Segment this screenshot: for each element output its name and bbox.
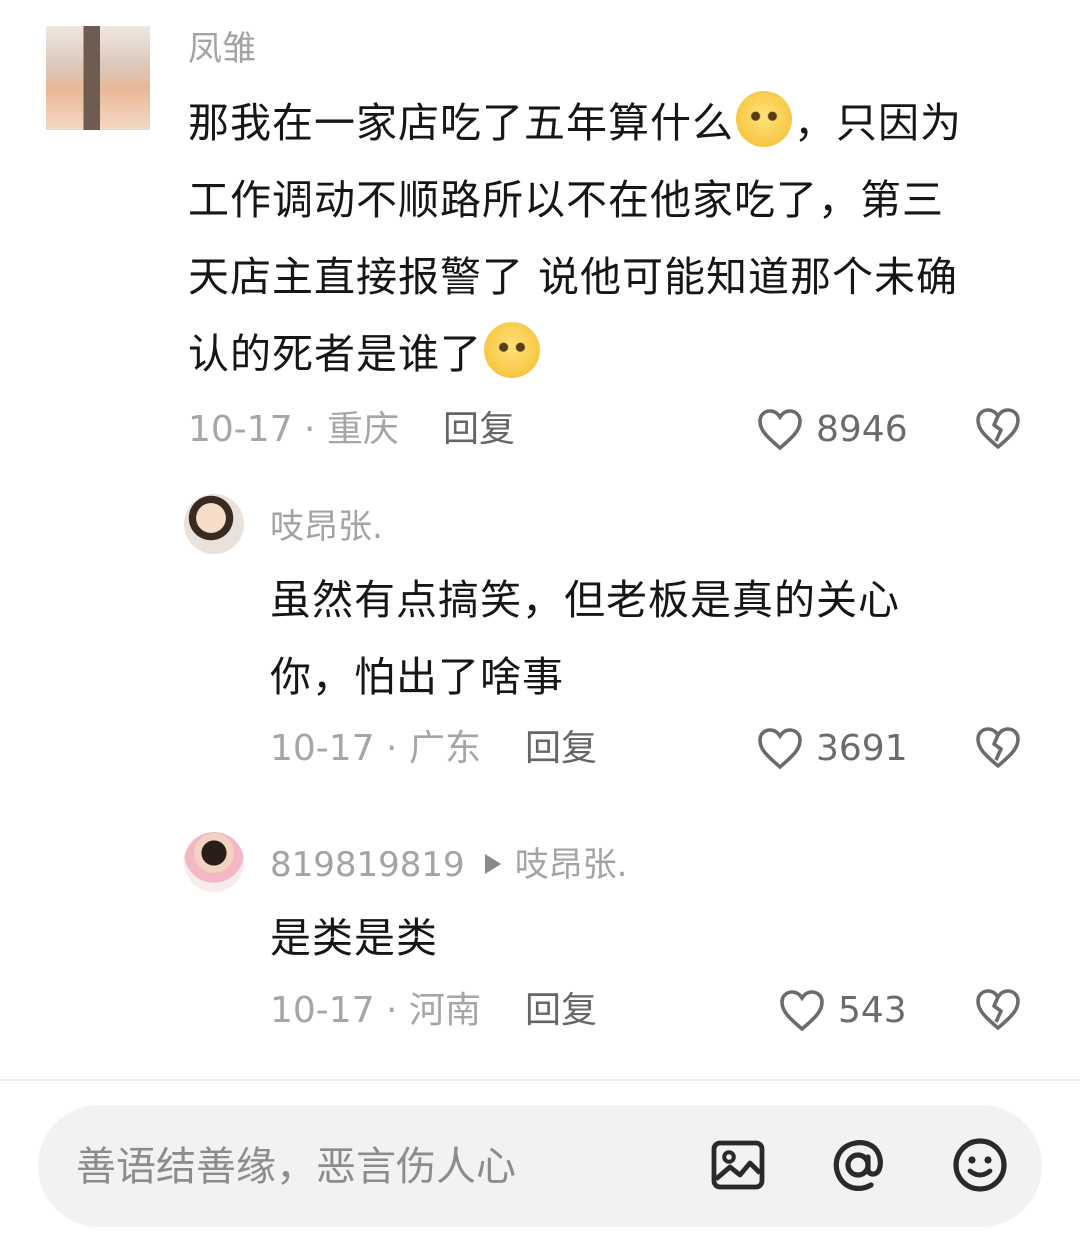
comment-text-line: 虽然有点搞笑，但老板是真的关心 xyxy=(270,576,900,624)
comment-text-line: ，只因为 xyxy=(794,99,962,147)
dislike-broken-heart-icon[interactable] xyxy=(974,723,1022,771)
reply-arrow-icon xyxy=(484,854,501,874)
like-count: 543 xyxy=(838,989,907,1031)
comment-text-line: 是类是类 xyxy=(270,914,438,962)
comment-text: 虽然有点搞笑，但老板是真的关心 你，怕出了啥事 xyxy=(270,562,1030,716)
dislike-broken-heart-icon[interactable] xyxy=(974,404,1022,452)
comment-username[interactable]: 凤雏 xyxy=(188,29,256,69)
comment-date-location: 10-17 · 广东 xyxy=(270,728,481,769)
comment-text: 是类是类 xyxy=(270,900,1030,977)
avatar[interactable] xyxy=(184,494,244,554)
mention-icon[interactable] xyxy=(828,1135,888,1195)
comment-username-text[interactable]: 819819819 xyxy=(270,845,465,885)
heart-icon xyxy=(758,409,802,451)
comment-text-line: 你，怕出了啥事 xyxy=(270,653,564,701)
comment-text: 那我在一家店吃了五年算什么 ，只因为 工作调动不顺路所以不在他家吃了，第三 天店主… xyxy=(188,85,1038,393)
avatar-pixelated[interactable] xyxy=(46,26,150,130)
comment-date-location: 10-17 · 河南 xyxy=(270,990,481,1031)
heart-icon xyxy=(758,728,802,770)
divider xyxy=(0,1079,1080,1081)
emoji-icon[interactable] xyxy=(950,1135,1010,1195)
comment-text-line: 工作调动不顺路所以不在他家吃了，第三 xyxy=(188,176,944,224)
like-button[interactable]: 543 xyxy=(778,985,907,1035)
comment-text-line: 天店主直接报警了 说他可能知道那个未确 xyxy=(188,253,959,301)
comment-username[interactable]: 819819819 吱昂张. xyxy=(270,845,628,885)
avatar[interactable] xyxy=(184,832,244,892)
reply-to-username[interactable]: 吱昂张. xyxy=(515,845,628,885)
like-button[interactable]: 8946 xyxy=(756,404,908,454)
dislike-broken-heart-icon[interactable] xyxy=(974,985,1022,1033)
comment-date-location: 10-17 · 重庆 xyxy=(188,409,399,450)
image-icon[interactable] xyxy=(708,1135,768,1195)
like-count: 3691 xyxy=(816,727,908,769)
smirk-emoji-icon xyxy=(736,91,792,147)
heart-icon xyxy=(780,990,824,1032)
reply-button[interactable]: 回复 xyxy=(525,727,597,771)
comment-input[interactable]: 善语结善缘，恶言伤人心 xyxy=(38,1105,1042,1227)
comment-text-line: 认的死者是谁了 xyxy=(188,330,482,378)
like-count: 8946 xyxy=(816,408,908,450)
comment-text-line: 那我在一家店吃了五年算什么 xyxy=(188,99,734,147)
smirk-emoji-icon xyxy=(484,322,540,378)
reply-button[interactable]: 回复 xyxy=(525,989,597,1033)
comment-input-placeholder[interactable]: 善语结善缘，恶言伤人心 xyxy=(76,1143,516,1191)
like-button[interactable]: 3691 xyxy=(756,723,908,773)
comment-username[interactable]: 吱昂张. xyxy=(270,507,383,547)
reply-button[interactable]: 回复 xyxy=(443,408,515,452)
